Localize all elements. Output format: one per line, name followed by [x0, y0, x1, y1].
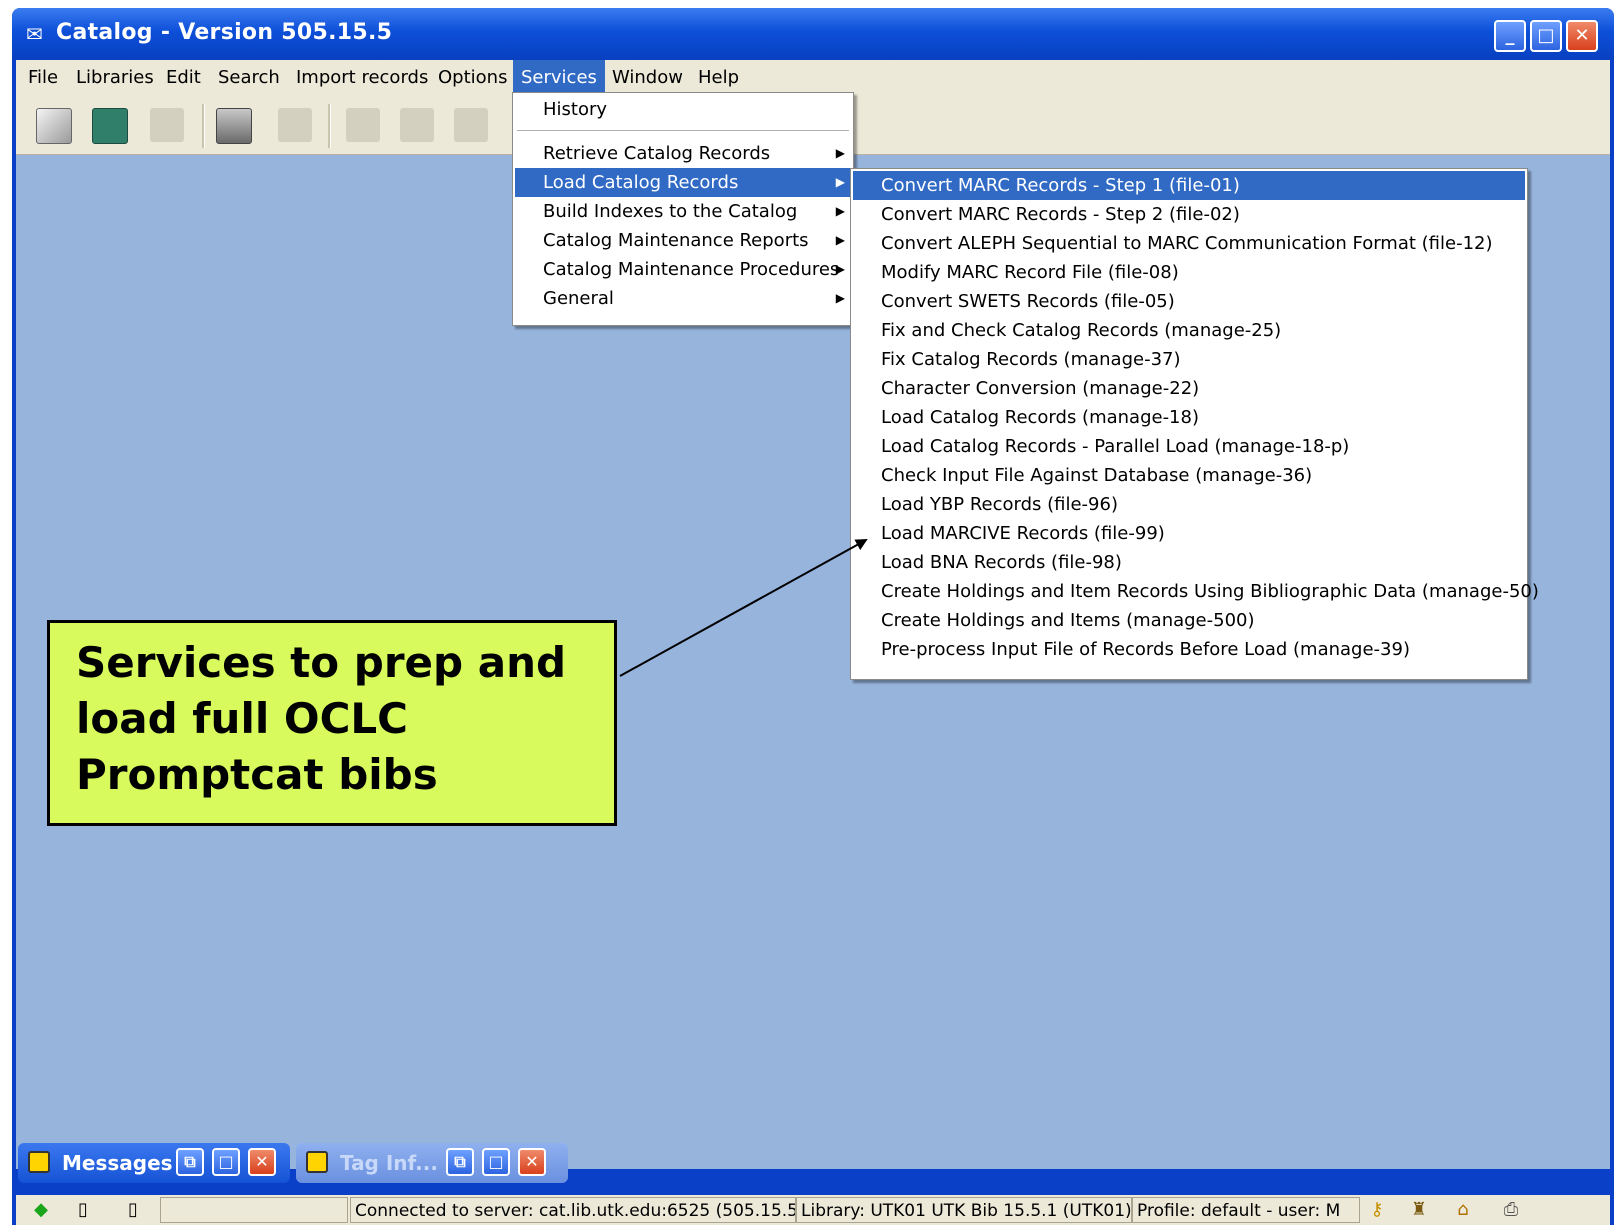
annotation-arrow: [619, 539, 868, 677]
